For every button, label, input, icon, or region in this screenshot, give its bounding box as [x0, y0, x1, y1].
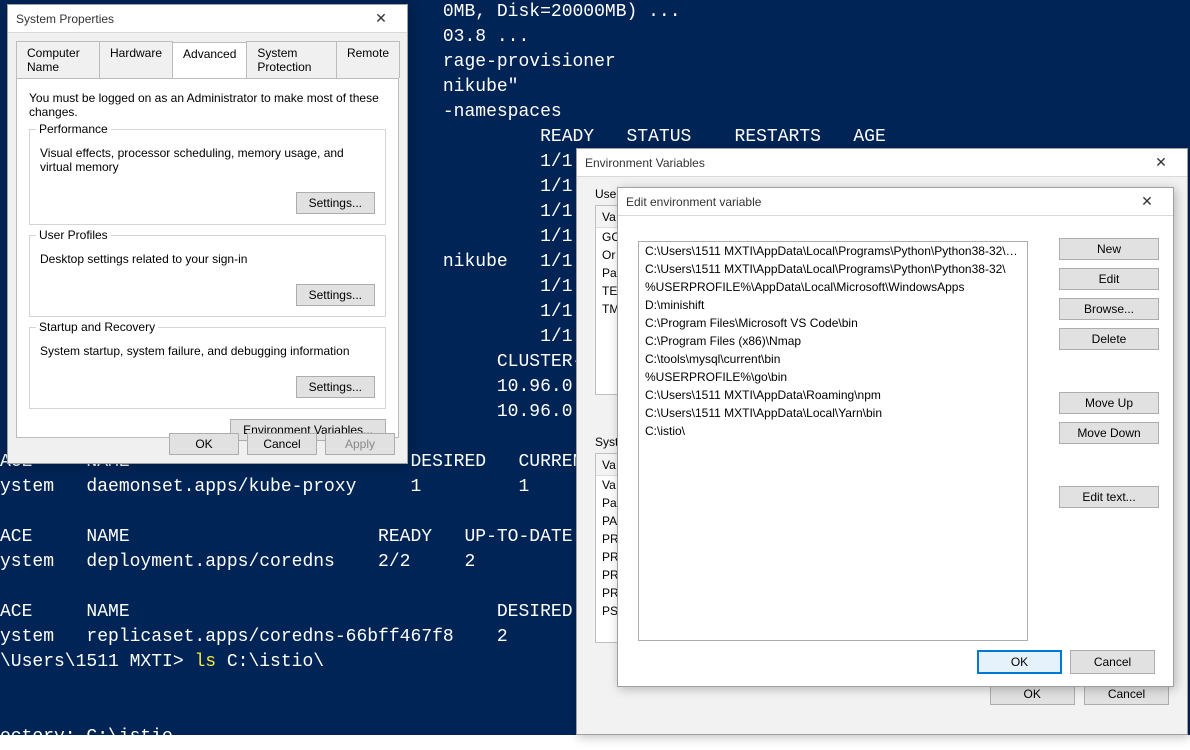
envvars-titlebar[interactable]: Environment Variables ✕ [577, 149, 1187, 177]
system-properties-dialog: System Properties ✕ Computer NameHardwar… [7, 4, 408, 464]
performance-group: Performance Visual effects, processor sc… [29, 129, 386, 225]
startup-settings-button[interactable]: Settings... [296, 376, 375, 398]
editenv-edit-button[interactable]: Edit [1059, 268, 1159, 290]
performance-desc: Visual effects, processor scheduling, me… [40, 146, 375, 174]
sysprops-apply-button[interactable]: Apply [325, 433, 395, 455]
editenv-browse-button[interactable]: Browse... [1059, 298, 1159, 320]
startup-recovery-group: Startup and Recovery System startup, sys… [29, 327, 386, 409]
editenv-delete-button[interactable]: Delete [1059, 328, 1159, 350]
path-entry[interactable]: %USERPROFILE%\AppData\Local\Microsoft\Wi… [639, 278, 1027, 296]
sysprops-title: System Properties [16, 12, 363, 26]
path-entries-list[interactable]: C:\Users\1511 MXTI\AppData\Local\Program… [638, 241, 1028, 641]
sysprops-titlebar[interactable]: System Properties ✕ [8, 5, 407, 33]
performance-settings-button[interactable]: Settings... [296, 192, 375, 214]
user-profiles-group: User Profiles Desktop settings related t… [29, 235, 386, 317]
path-entry[interactable]: C:\Program Files\Microsoft VS Code\bin [639, 314, 1027, 332]
tab-hardware[interactable]: Hardware [99, 41, 173, 78]
path-entry[interactable]: C:\istio\ [639, 422, 1027, 440]
tab-system-protection[interactable]: System Protection [246, 41, 337, 78]
editenv-cancel-button[interactable]: Cancel [1070, 650, 1155, 674]
sysprops-cancel-button[interactable]: Cancel [247, 433, 317, 455]
path-entry[interactable]: C:\Users\1511 MXTI\AppData\Local\Program… [639, 260, 1027, 278]
path-entry[interactable]: C:\Users\1511 MXTI\AppData\Roaming\npm [639, 386, 1027, 404]
editenv-titlebar[interactable]: Edit environment variable ✕ [618, 188, 1173, 216]
user-profiles-desc: Desktop settings related to your sign-in [40, 252, 375, 266]
path-entry[interactable]: C:\Program Files (x86)\Nmap [639, 332, 1027, 350]
sysprops-tab-body: You must be logged on as an Administrato… [16, 78, 399, 438]
admin-notice: You must be logged on as an Administrato… [29, 91, 386, 119]
editenv-edittext-button[interactable]: Edit text... [1059, 486, 1159, 508]
path-entry[interactable]: %USERPROFILE%\go\bin [639, 368, 1027, 386]
tab-remote[interactable]: Remote [336, 41, 400, 78]
editenv-new-button[interactable]: New [1059, 238, 1159, 260]
editenv-moveup-button[interactable]: Move Up [1059, 392, 1159, 414]
path-entry[interactable]: C:\tools\mysql\current\bin [639, 350, 1027, 368]
path-entry[interactable]: C:\Users\1511 MXTI\AppData\Local\Yarn\bi… [639, 404, 1027, 422]
path-entry[interactable]: C:\Users\1511 MXTI\AppData\Local\Program… [639, 242, 1027, 260]
editenv-title: Edit environment variable [626, 195, 1129, 209]
startup-desc: System startup, system failure, and debu… [40, 344, 375, 358]
edit-env-variable-dialog: Edit environment variable ✕ C:\Users\151… [617, 187, 1174, 687]
user-profiles-title: User Profiles [36, 228, 111, 242]
close-icon[interactable]: ✕ [1129, 190, 1165, 214]
close-icon[interactable]: ✕ [363, 7, 399, 31]
editenv-movedown-button[interactable]: Move Down [1059, 422, 1159, 444]
sysprops-tabs: Computer NameHardwareAdvancedSystem Prot… [16, 41, 399, 78]
tab-advanced[interactable]: Advanced [172, 42, 247, 79]
startup-title: Startup and Recovery [36, 320, 158, 334]
envvars-title: Environment Variables [585, 156, 1143, 170]
sysprops-ok-button[interactable]: OK [169, 433, 239, 455]
user-profiles-settings-button[interactable]: Settings... [296, 284, 375, 306]
editenv-ok-button[interactable]: OK [977, 650, 1062, 674]
performance-title: Performance [36, 122, 111, 136]
close-icon[interactable]: ✕ [1143, 151, 1179, 175]
path-entry[interactable]: D:\minishift [639, 296, 1027, 314]
tab-computer-name[interactable]: Computer Name [16, 41, 100, 78]
